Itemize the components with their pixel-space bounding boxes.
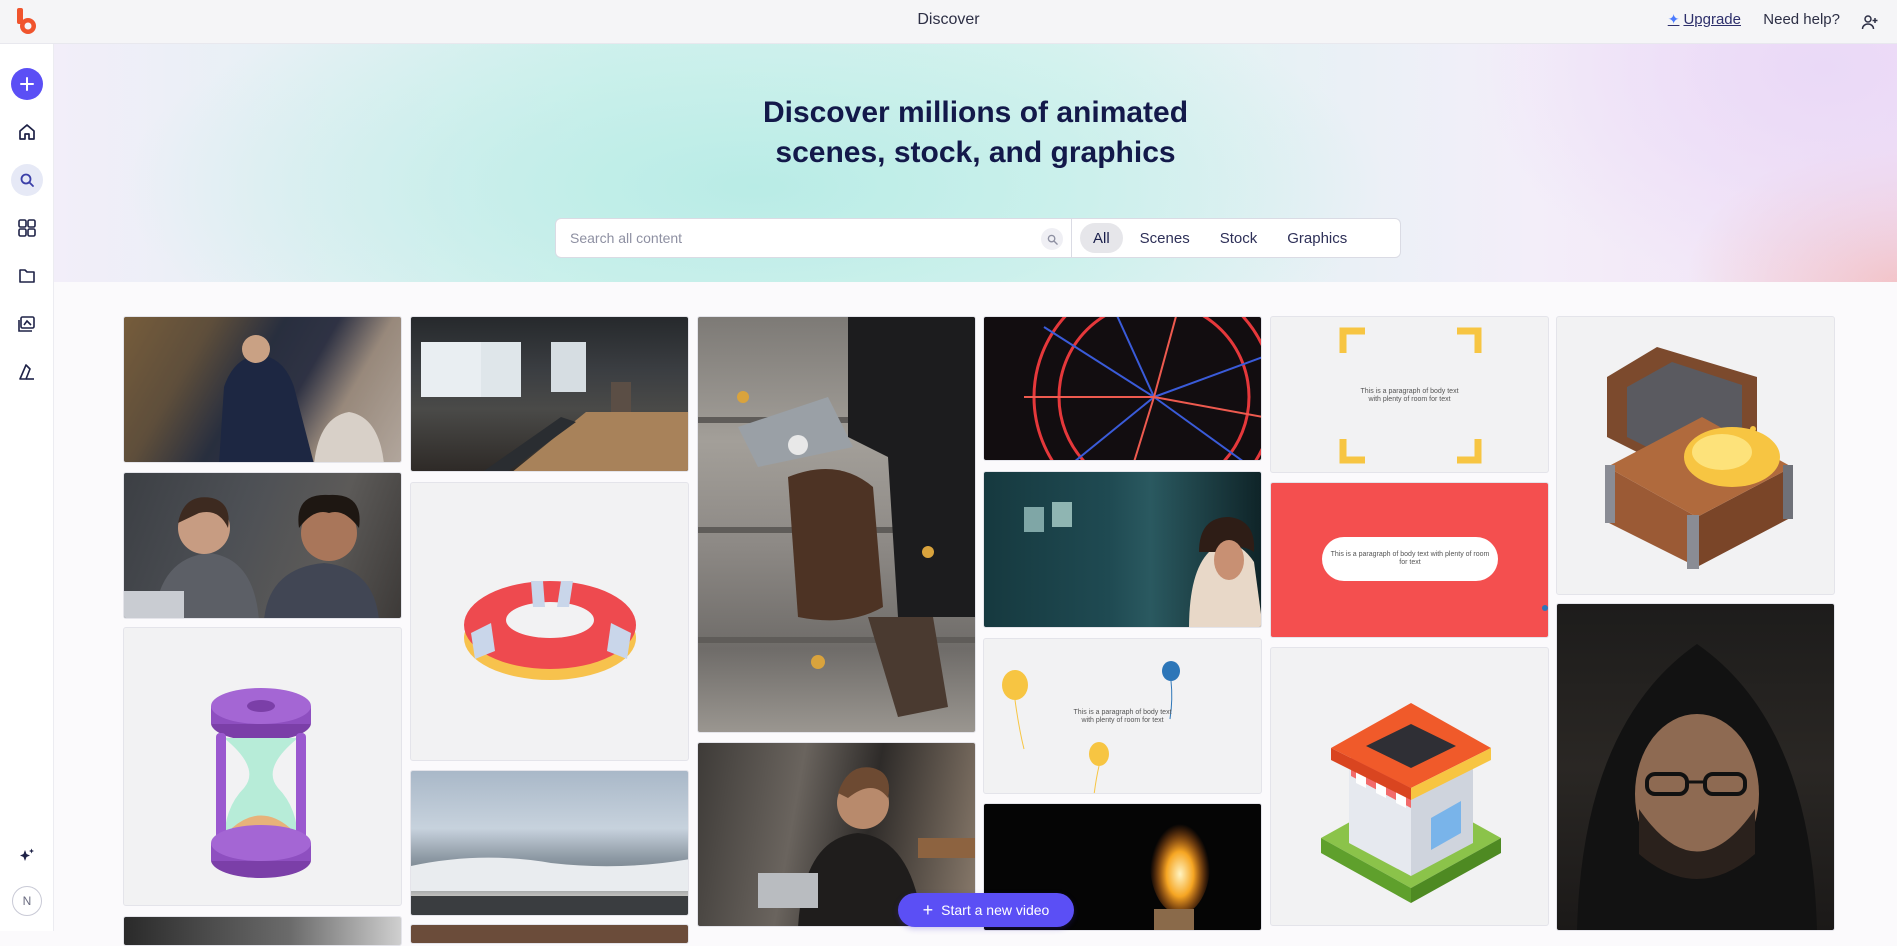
stock-photo-tile[interactable] — [123, 316, 402, 463]
student-on-steps-image — [698, 317, 975, 717]
scene-text-line1: This is a paragraph of body text — [1360, 388, 1459, 395]
filter-graphics[interactable]: Graphics — [1274, 223, 1360, 253]
office-room-image — [421, 342, 688, 471]
scene-body-text: This is a paragraph of body text with pl… — [984, 709, 1261, 725]
frame-text-scene-tile[interactable]: This is a paragraph of body text with pl… — [1270, 316, 1549, 473]
invite-user-icon[interactable] — [1857, 9, 1883, 35]
hero-title-line2: scenes, stock, and graphics — [775, 136, 1176, 169]
styles-icon[interactable] — [11, 356, 43, 388]
discover-search-icon[interactable] — [11, 164, 43, 196]
stock-photo-tile[interactable] — [123, 472, 402, 619]
hourglass-icon — [211, 688, 311, 878]
start-new-video-label: Start a new video — [941, 902, 1050, 918]
search-input[interactable] — [556, 219, 1016, 257]
upgrade-link[interactable]: ✦ Upgrade — [1668, 11, 1741, 28]
life-ring-icon — [464, 581, 636, 680]
life-ring-graphic-tile[interactable] — [410, 482, 689, 761]
ferris-wheel-image — [1024, 317, 1261, 460]
search-box — [555, 218, 1072, 258]
user-avatar[interactable]: N — [12, 886, 42, 916]
woman-in-office-image — [1024, 502, 1261, 627]
shop-graphic-tile[interactable] — [1270, 647, 1549, 926]
scene-dot — [1542, 605, 1548, 611]
shop-building-icon — [1321, 703, 1501, 903]
stock-photo-tile[interactable] — [697, 316, 976, 733]
scene-text-line2: with plenty of room for text — [1081, 717, 1164, 724]
plus-icon — [20, 77, 34, 91]
search-icon[interactable] — [1041, 228, 1063, 250]
stock-photo-tile[interactable] — [410, 770, 689, 916]
treasure-chest-icon — [1605, 347, 1793, 569]
content-filter-tabs: All Scenes Stock Graphics — [1072, 218, 1401, 258]
stock-photo-tile[interactable] — [983, 316, 1262, 461]
page-title: Discover — [917, 11, 980, 28]
sidebar: N — [0, 44, 54, 931]
scene-text-line2: with plenty of room for text — [1368, 396, 1451, 403]
businessman-image — [124, 317, 401, 462]
man-in-hoodie-image — [1577, 644, 1817, 930]
upgrade-label: Upgrade — [1683, 11, 1741, 28]
hourglass-graphic-tile[interactable] — [123, 627, 402, 906]
stock-photo-tile[interactable] — [983, 471, 1262, 628]
templates-grid-icon[interactable] — [11, 212, 43, 244]
hero-title: Discover millions of animated scenes, st… — [54, 93, 1897, 173]
stock-photo-tile[interactable] — [410, 924, 689, 944]
stock-photo-tile[interactable] — [1556, 603, 1835, 931]
filter-scenes[interactable]: Scenes — [1127, 223, 1203, 253]
brand-kit-icon[interactable] — [11, 308, 43, 340]
coworkers-image — [124, 494, 379, 618]
scene-body-text: This is a paragraph of body text with pl… — [1330, 551, 1490, 566]
red-text-scene-tile[interactable]: This is a paragraph of body text with pl… — [1270, 482, 1549, 638]
hero-banner: Discover millions of animated scenes, st… — [54, 44, 1897, 282]
start-new-video-button[interactable]: + Start a new video — [898, 893, 1074, 927]
treasure-chest-graphic-tile[interactable] — [1556, 316, 1835, 595]
help-link[interactable]: Need help? — [1763, 11, 1840, 28]
create-button[interactable] — [11, 68, 43, 100]
balloons-text-scene-tile[interactable]: This is a paragraph of body text with pl… — [983, 638, 1262, 794]
folder-icon[interactable] — [11, 260, 43, 292]
ocean-waves-image — [411, 857, 688, 915]
sparkle-icon: ✦ — [1667, 11, 1680, 27]
plus-icon: + — [922, 899, 934, 920]
top-bar: Discover ✦ Upgrade Need help? — [0, 0, 1897, 44]
hero-title-line1: Discover millions of animated — [762, 96, 1189, 129]
stock-photo-tile[interactable] — [410, 316, 689, 472]
scene-body-text: This is a paragraph of body text with pl… — [1271, 388, 1548, 404]
filter-stock[interactable]: Stock — [1207, 223, 1271, 253]
filter-all[interactable]: All — [1080, 223, 1123, 253]
scene-text-line1: This is a paragraph of body text — [1073, 709, 1172, 716]
home-icon[interactable] — [11, 116, 43, 148]
stock-photo-tile[interactable] — [123, 916, 402, 946]
ai-sparkle-icon[interactable] — [11, 840, 43, 872]
